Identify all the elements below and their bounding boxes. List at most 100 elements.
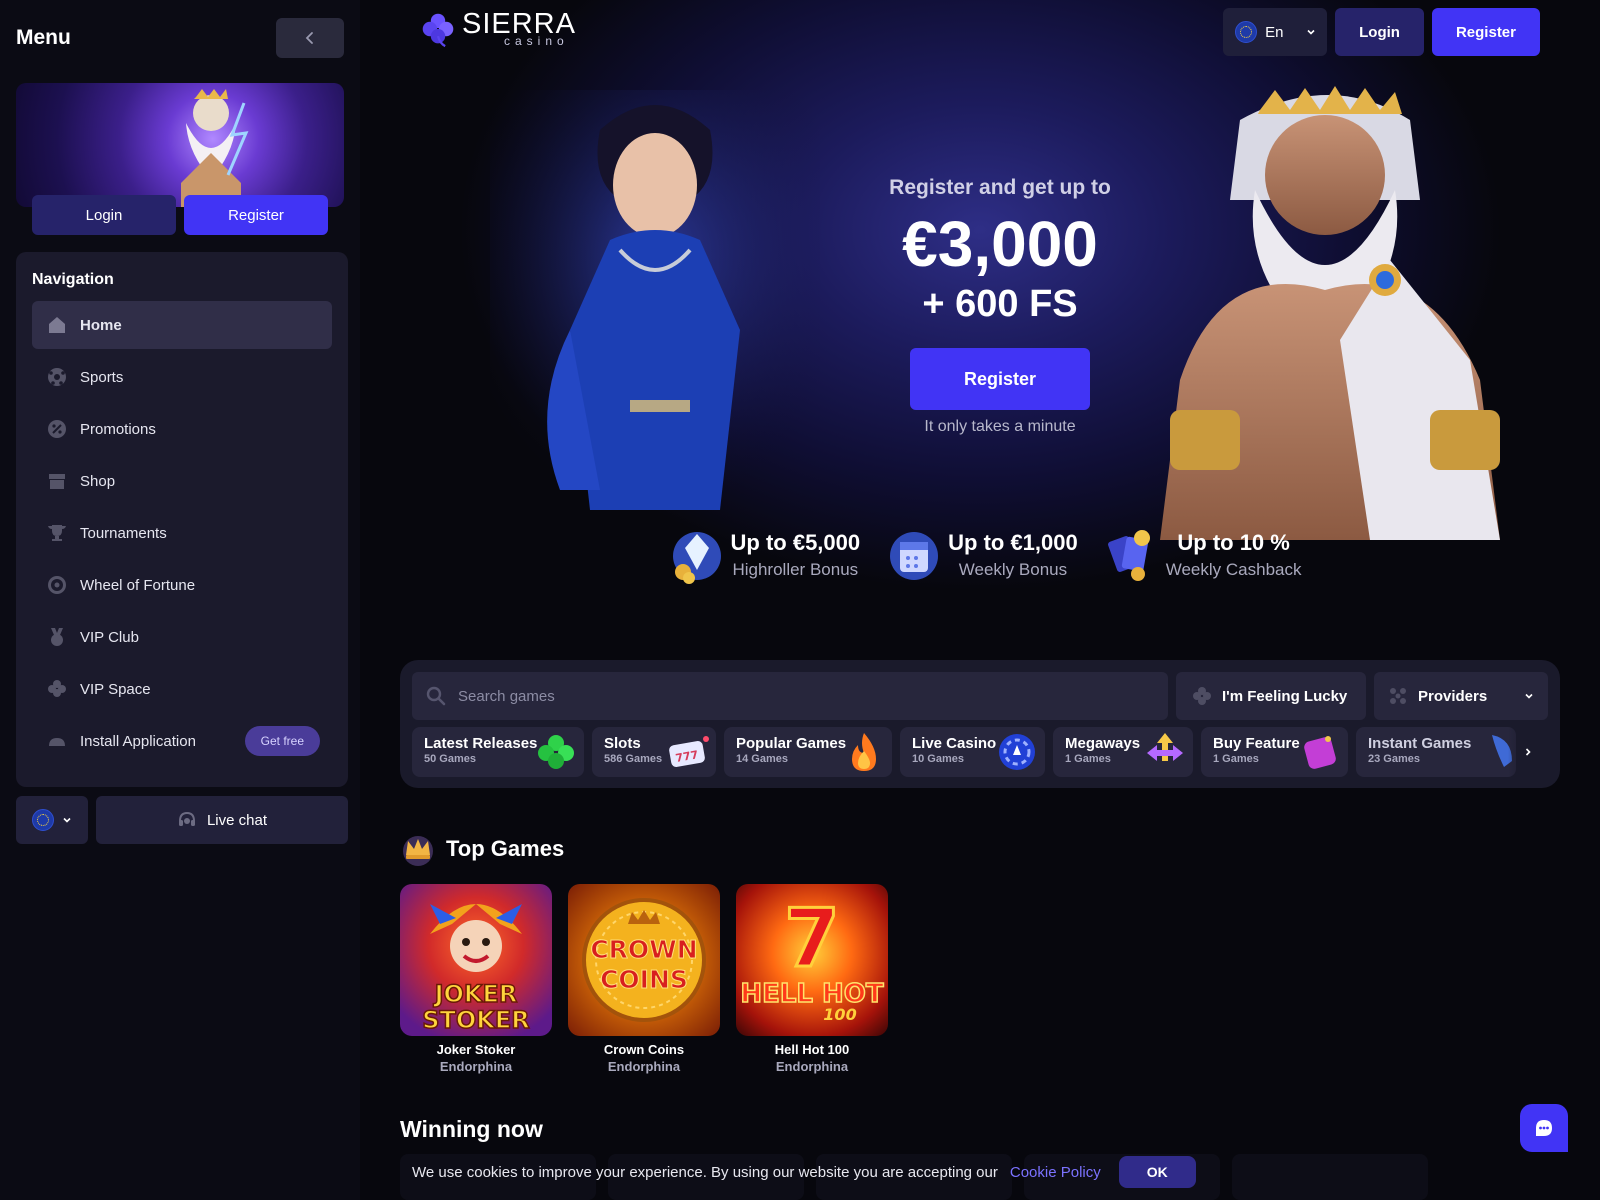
game-name: Crown Coins bbox=[603, 1042, 685, 1057]
zeus-figure-icon bbox=[181, 89, 249, 207]
top-games-list: JOKER STOKER Joker Stoker Endorphina CRO… bbox=[400, 884, 888, 1074]
joker-stoker-art-line2: STOKER bbox=[422, 1006, 530, 1034]
hero-register-button[interactable]: Register bbox=[910, 348, 1090, 410]
game-thumbnail[interactable]: 7 HELL HOT 100 bbox=[736, 884, 888, 1036]
crown-coins-art-line2: COINS bbox=[600, 965, 688, 994]
nav-item-label: VIP Space bbox=[80, 680, 151, 698]
language-selector[interactable]: En bbox=[1223, 8, 1328, 56]
crown-coins-artwork: CROWN COINS bbox=[582, 898, 706, 1022]
category-megaways[interactable]: Megaways 1 Games bbox=[1053, 727, 1193, 777]
category-instant-games[interactable]: Instant Games 23 Games bbox=[1356, 727, 1516, 777]
wheel-icon bbox=[46, 574, 68, 596]
nav-item-label: VIP Club bbox=[80, 628, 139, 646]
nav-item-tournaments[interactable]: Tournaments bbox=[32, 509, 332, 557]
category-latest-releases[interactable]: Latest Releases 50 Games bbox=[412, 727, 584, 777]
providers-label: Providers bbox=[1418, 687, 1488, 705]
header-login-button[interactable]: Login bbox=[1335, 8, 1424, 56]
search-icon bbox=[426, 686, 446, 706]
nav-item-label: Promotions bbox=[80, 420, 156, 438]
bonus-amount: Up to €1,000 bbox=[948, 530, 1078, 555]
feeling-lucky-button[interactable]: I'm Feeling Lucky bbox=[1176, 672, 1366, 720]
nav-item-label: Install Application bbox=[80, 732, 196, 750]
hero-offer: Register and get up to €3,000 + 600 FS R… bbox=[840, 176, 1160, 436]
game-provider: Endorphina bbox=[775, 1059, 849, 1074]
sidebar-register-button[interactable]: Register bbox=[184, 195, 328, 235]
game-card[interactable]: CROWN COINS Crown Coins Endorphina bbox=[568, 884, 720, 1074]
buy-tag-icon bbox=[1304, 736, 1336, 769]
sidebar-login-button[interactable]: Login bbox=[32, 195, 176, 235]
category-row: Latest Releases 50 Games Slots 586 Games… bbox=[412, 727, 1548, 777]
bonus-amount: Up to 10 % bbox=[1177, 530, 1290, 555]
nav-item-promotions[interactable]: Promotions bbox=[32, 405, 332, 453]
category-scroll-right-button[interactable] bbox=[1508, 727, 1548, 777]
nav-item-install-application[interactable]: Install Application Get free bbox=[32, 717, 332, 765]
hell-hot-artwork: 7 HELL HOT 100 bbox=[740, 891, 885, 1025]
live-chat-button[interactable]: Live chat bbox=[96, 796, 348, 844]
sidebar-language-selector[interactable] bbox=[16, 796, 88, 844]
nav-item-shop[interactable]: Shop bbox=[32, 457, 332, 505]
game-card[interactable]: JOKER STOKER Joker Stoker Endorphina bbox=[400, 884, 552, 1074]
chat-bubble-icon bbox=[1536, 1120, 1552, 1136]
zeus-illustration bbox=[1160, 86, 1500, 540]
nav-item-vip-club[interactable]: VIP Club bbox=[32, 613, 332, 661]
chip-icon bbox=[999, 734, 1035, 770]
bonus-highroller[interactable]: Up to €5,000 Highroller Bonus bbox=[669, 524, 860, 586]
language-label: En bbox=[1265, 23, 1284, 41]
nav-item-sports[interactable]: Sports bbox=[32, 353, 332, 401]
search-placeholder: Search games bbox=[458, 687, 555, 705]
nav-item-vip-space[interactable]: VIP Space bbox=[32, 665, 332, 713]
game-thumbnail[interactable]: JOKER STOKER bbox=[400, 884, 552, 1036]
chevron-right-icon bbox=[1525, 748, 1531, 756]
joker-stoker-artwork: JOKER STOKER bbox=[421, 904, 531, 1035]
main-content: SIERRA casino En Login Register Register… bbox=[360, 0, 1600, 1200]
category-popular-games[interactable]: Popular Games 14 Games bbox=[724, 727, 892, 777]
cookie-banner: We use cookies to improve your experienc… bbox=[412, 1156, 1196, 1188]
winning-now-title: Winning now bbox=[400, 1116, 543, 1142]
nav-item-wheel-of-fortune[interactable]: Wheel of Fortune bbox=[32, 561, 332, 609]
game-card[interactable]: 7 HELL HOT 100 Hell Hot 100 Endorphina bbox=[736, 884, 888, 1074]
chevron-down-icon bbox=[1306, 29, 1315, 35]
nav-item-label: Sports bbox=[80, 368, 124, 386]
site-logo[interactable]: SIERRA casino bbox=[420, 10, 576, 48]
nav-item-home[interactable]: Home bbox=[32, 301, 332, 349]
live-chat-label: Live chat bbox=[206, 811, 268, 829]
category-slots[interactable]: Slots 586 Games 777 bbox=[592, 727, 716, 777]
trophy-icon bbox=[46, 522, 68, 544]
bonus-weekly[interactable]: Up to €1,000 Weekly Bonus bbox=[886, 524, 1078, 586]
fire-icon bbox=[852, 733, 876, 771]
providers-dropdown[interactable]: Providers bbox=[1374, 672, 1548, 720]
percent-badge-icon bbox=[46, 418, 68, 440]
chevron-left-icon bbox=[305, 32, 313, 44]
winner-card bbox=[1232, 1154, 1428, 1200]
category-buy-feature[interactable]: Buy Feature 1 Games bbox=[1201, 727, 1348, 777]
crown-icon bbox=[403, 836, 433, 866]
bonus-cashback[interactable]: Up to 10 % Weekly Cashback bbox=[1104, 524, 1301, 586]
cookie-policy-link[interactable]: Cookie Policy bbox=[1010, 1164, 1101, 1181]
joker-stoker-art-line1: JOKER bbox=[433, 980, 518, 1008]
clover-icon bbox=[538, 735, 574, 769]
medal-icon bbox=[46, 626, 68, 648]
get-free-button[interactable]: Get free bbox=[244, 726, 320, 756]
nav-item-label: Tournaments bbox=[80, 524, 167, 542]
search-games-input[interactable]: Search games bbox=[412, 672, 1168, 720]
cookie-ok-button[interactable]: OK bbox=[1118, 1156, 1196, 1188]
bonus-text: Up to €1,000 Weekly Bonus bbox=[948, 530, 1078, 580]
header-register-button[interactable]: Register bbox=[1431, 8, 1540, 56]
navigation-panel: Navigation Home Sports Promotions Shop T… bbox=[16, 252, 348, 787]
arrows-icon bbox=[1147, 733, 1183, 761]
collapse-sidebar-button[interactable] bbox=[276, 18, 344, 58]
hell-hot-art-title: HELL HOT bbox=[740, 979, 884, 1009]
game-provider: Endorphina bbox=[439, 1059, 513, 1074]
hero-subtitle: Register and get up to bbox=[889, 176, 1111, 199]
bonus-strip: Up to €5,000 Highroller Bonus Up to €1,0… bbox=[360, 524, 1600, 586]
game-thumbnail[interactable]: CROWN COINS bbox=[568, 884, 720, 1036]
bonus-label: Highroller Bonus bbox=[732, 560, 859, 579]
hero-free-spins: + 600 FS bbox=[922, 283, 1078, 325]
nav-item-label: Shop bbox=[80, 472, 116, 490]
category-live-casino[interactable]: Live Casino 10 Games bbox=[900, 727, 1045, 777]
chat-launcher-button[interactable] bbox=[1520, 1104, 1568, 1152]
sidebar-promo-banner bbox=[16, 83, 344, 207]
logo-wordmark: SIERRA casino bbox=[462, 10, 576, 49]
winning-now-heading: Winning now bbox=[400, 1116, 543, 1143]
game-name: Hell Hot 100 bbox=[774, 1042, 850, 1057]
